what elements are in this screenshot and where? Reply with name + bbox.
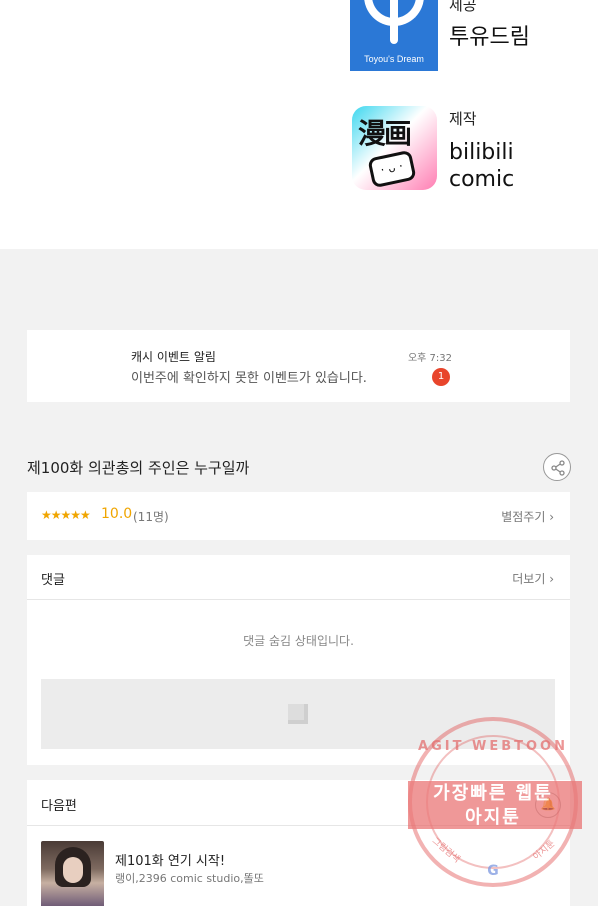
producer-name-line1: bilibili — [449, 140, 514, 165]
comments-header: 댓글 더보기 › — [27, 555, 570, 600]
rate-button[interactable]: 별점주기 › — [501, 508, 554, 525]
next-episode-authors: 랭이,2396 comic studio,똘또 — [115, 872, 264, 885]
image-placeholder-icon — [288, 704, 308, 724]
next-episode-title: 다음편 — [41, 799, 77, 814]
bilibili-comic-logo: 漫画 · ᴗ · — [352, 106, 437, 190]
credits-section: Toyou's Dream 제공 투유드림 漫画 · ᴗ · 제작 bilibi… — [0, 0, 598, 249]
comments-more-link[interactable]: 더보기 › — [512, 570, 554, 587]
rating-count: (11명) — [133, 510, 169, 524]
producer-name-line2: comic — [449, 167, 515, 192]
publisher-role: 제공 — [449, 0, 477, 14]
producer-role: 제작 — [449, 110, 477, 128]
next-episode-thumbnail[interactable] — [41, 841, 104, 906]
publisher-name: 투유드림 — [449, 25, 530, 50]
notification-time: 오후 7:32 — [407, 353, 452, 364]
episode-title: 제100화 의관총의 주인은 누구일까 — [27, 459, 250, 477]
rating-bar: ★★★★★ 10.0 (11명) 별점주기 › — [27, 492, 570, 540]
share-button[interactable] — [543, 453, 571, 481]
notification-badge: 1 — [432, 368, 450, 386]
comments-title: 댓글 — [41, 573, 65, 588]
notification-title: 캐시 이벤트 알림 — [131, 350, 216, 364]
rating-stars: ★★★★★ — [41, 508, 91, 522]
comments-hidden-message: 댓글 숨김 상태입니다. — [243, 634, 354, 648]
next-episode-name[interactable]: 제101화 연기 시작! — [115, 850, 225, 869]
rating-score: 10.0 — [101, 506, 133, 522]
agit-webtoon-watermark: AGIT WEBTOON 가장빠른 웹툰 아지툰 그림검색 아지툰 G — [408, 717, 582, 887]
share-icon — [551, 460, 565, 476]
notification-body: 이번주에 확인하지 못한 이벤트가 있습니다. — [131, 371, 367, 386]
cash-event-notification[interactable]: 캐시 이벤트 알림 이번주에 확인하지 못한 이벤트가 있습니다. 오후 7:3… — [27, 330, 570, 402]
toyou-dream-logo: Toyou's Dream — [350, 0, 438, 71]
